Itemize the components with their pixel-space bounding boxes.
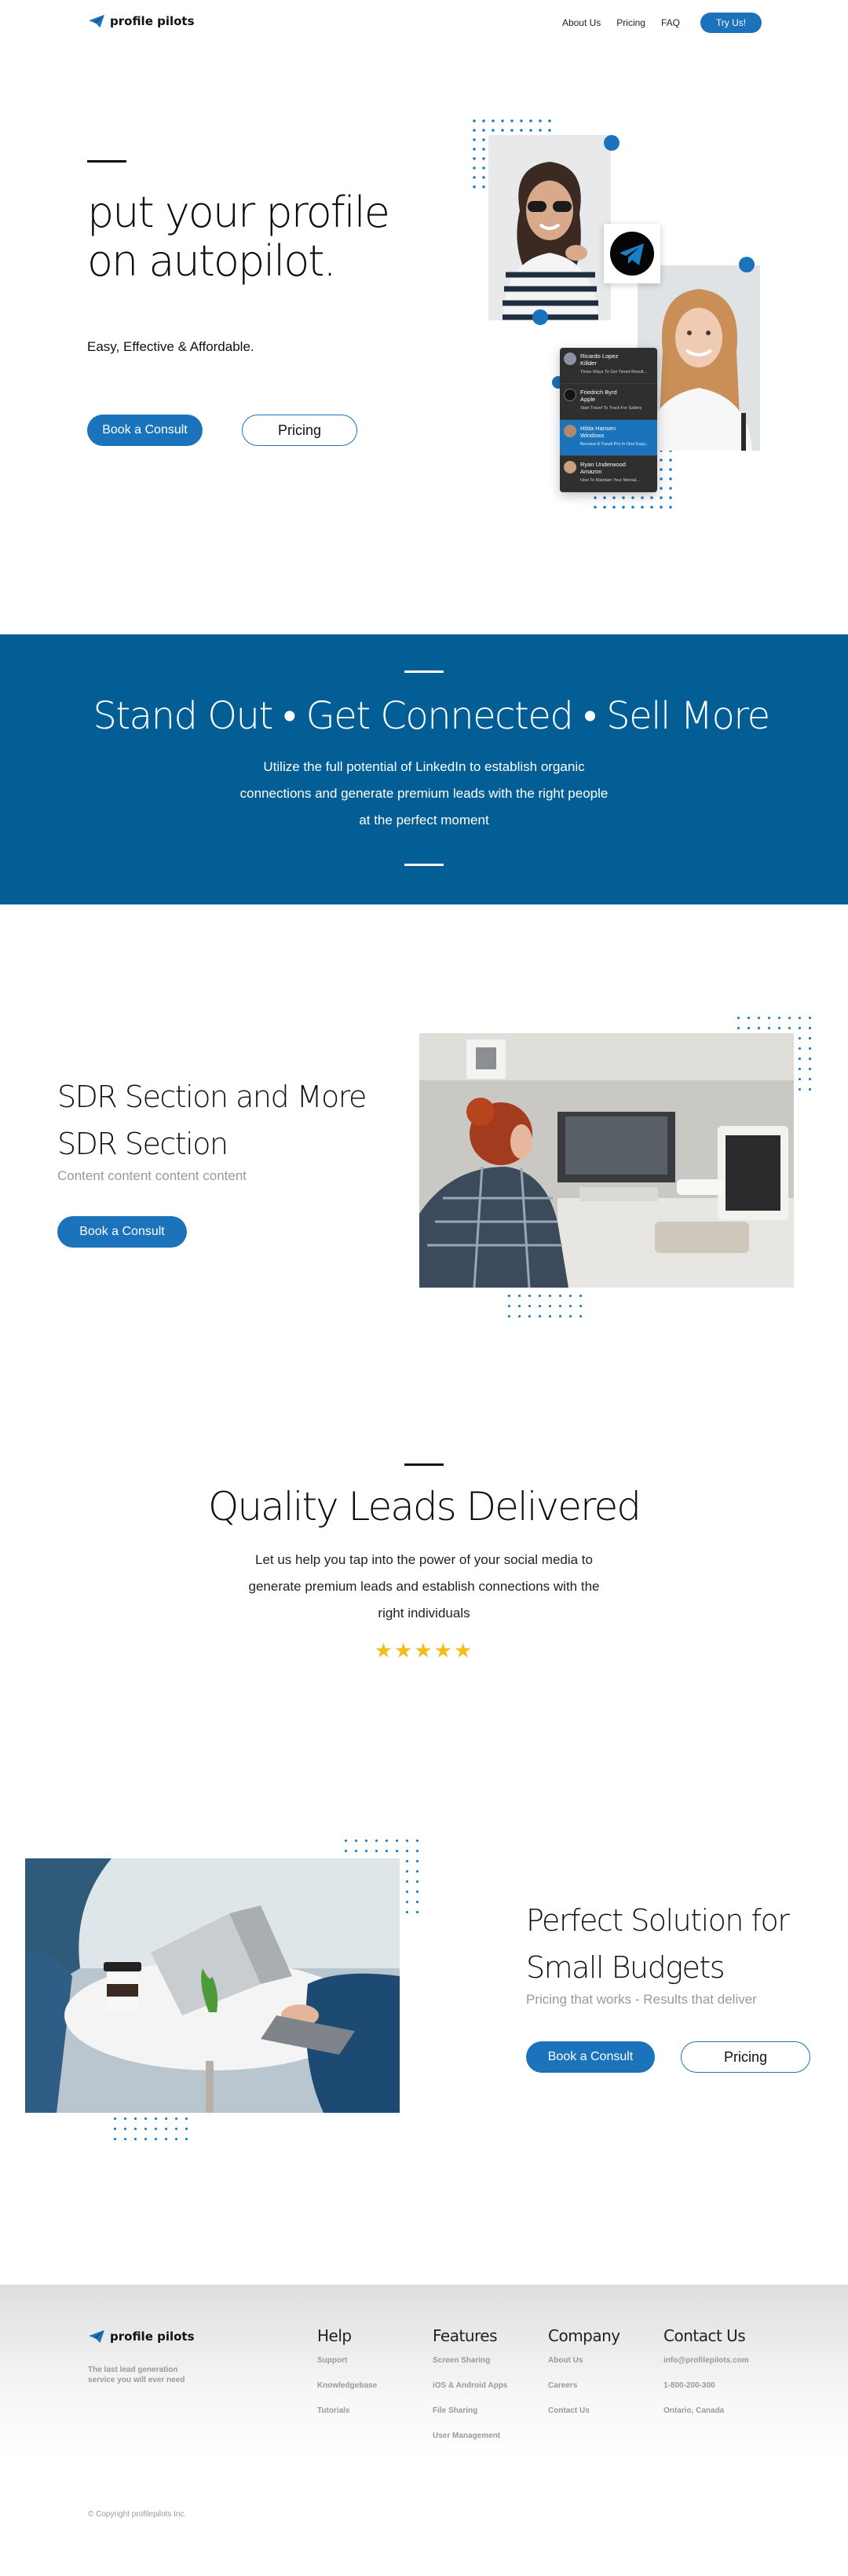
footer-brand-logo[interactable]: profile pilots [88,2329,195,2344]
footer-link-contact-us[interactable]: Contact Us [548,2406,620,2432]
avatar [564,353,576,365]
hero-pricing-button[interactable]: Pricing [242,415,357,446]
footer-column-title: Features [433,2326,498,2345]
sdr-subtitle: Content content content content [57,1168,247,1183]
quality-title: Quality Leads Delivered [208,1484,641,1529]
footer-link-user-management[interactable]: User Management [433,2432,507,2457]
chat-list-item[interactable]: Ryan Underwood Amazon How To Maintain You… [560,456,657,492]
quality-accent-bar [404,1463,444,1466]
hero-book-consult-button[interactable]: Book a Consult [87,415,203,446]
footer-column-help: Help Support Knowledgebase Tutorials [317,2326,377,2432]
telegram-app-card [604,224,660,283]
avatar [564,389,576,401]
budget-subtitle: Pricing that works - Results that delive… [526,1992,757,2007]
footer-contact-phone[interactable]: 1-800-200-300 [663,2381,749,2406]
band-title: Stand Out • Get Connected • Sell More [93,694,770,738]
sdr-title: SDR Section and More SDR Section [57,1080,367,1161]
budget-title: Perfect Solution for Small Budgets [526,1903,790,1985]
hero-subtitle: Easy, Effective & Affordable. [87,339,254,354]
band-text: Utilize the full potential of LinkedIn t… [239,759,609,828]
footer-link-about-us[interactable]: About Us [548,2356,620,2381]
dot-pattern-decoration [110,2114,192,2143]
footer-link-knowledgebase[interactable]: Knowledgebase [317,2381,377,2406]
decorative-blue-dot [532,309,548,325]
five-star-rating: ★★★★★ [374,1639,474,1663]
footer-link-support[interactable]: Support [317,2356,377,2381]
woman-at-computer-photo [419,1033,794,1288]
footer-column-title: Company [548,2326,620,2345]
decorative-blue-dot [739,257,755,272]
landing-page: profile pilots About Us Pricing FAQ Try … [0,0,848,2576]
top-navigation: profile pilots About Us Pricing FAQ Try … [0,0,848,47]
hero-accent-bar [87,160,126,163]
nav-links: About Us Pricing FAQ Try Us! [562,13,762,33]
footer-brand-name: profile pilots [110,2329,195,2344]
chat-list-panel: Ricardo Lopez Killder Three Ways To Get T… [560,348,657,492]
chat-list-item-active[interactable]: Hilda Hansen Windows Become A Travel Pro … [560,420,657,456]
budget-pricing-button[interactable]: Pricing [681,2041,810,2073]
footer-link-careers[interactable]: Careers [548,2381,620,2406]
decorative-blue-dot [604,135,620,151]
chat-list-item[interactable]: Ricardo Lopez Killder Three Ways To Get T… [560,348,657,384]
nav-faq-link[interactable]: FAQ [661,17,680,28]
paper-plane-icon [89,14,104,28]
sdr-book-consult-button[interactable]: Book a Consult [57,1216,187,1248]
dot-pattern-decoration [504,1291,586,1321]
footer-link-tutorials[interactable]: Tutorials [317,2406,377,2432]
footer-tagline: The last lead generation service you wil… [88,2366,185,2384]
brand-logo[interactable]: profile pilots [88,14,195,28]
avatar [564,461,576,473]
chat-list-item[interactable]: Friedrich Byrd Apple Start Travel To Trac… [560,384,657,420]
coffee-meeting-photo [25,1858,400,2113]
try-us-button[interactable]: Try Us! [700,13,762,33]
nav-pricing-link[interactable]: Pricing [616,17,645,28]
brand-name: profile pilots [110,14,195,28]
footer-contact-location: Ontario, Canada [663,2406,725,2415]
footer-link-screen-sharing[interactable]: Screen Sharing [433,2356,507,2381]
paper-plane-icon [89,2329,104,2344]
nav-about-link[interactable]: About Us [562,17,601,28]
footer-copyright: © Copyright profilepilots Inc. [88,2510,187,2519]
footer-contact-email[interactable]: info@profilepilots.com [663,2356,749,2381]
hero-title: put your profile on autopilot. [87,188,390,286]
budget-book-consult-button[interactable]: Book a Consult [526,2041,655,2073]
footer-column-contact: Contact Us info@profilepilots.com 1-800-… [663,2326,749,2432]
smiling-woman-photo [488,135,611,320]
quality-text: Let us help you tap into the power of yo… [248,1552,600,1621]
footer-column-features: Features Screen Sharing iOS & Android Ap… [433,2326,507,2457]
band-accent-bar-bottom [404,864,444,866]
footer-column-title: Contact Us [663,2326,746,2345]
avatar [564,425,576,437]
footer-link-file-sharing[interactable]: File Sharing [433,2406,507,2432]
footer-column-company: Company About Us Careers Contact Us [548,2326,620,2432]
band-accent-bar-top [404,670,444,673]
telegram-icon [610,232,654,276]
footer-column-title: Help [317,2326,352,2345]
footer-link-apps[interactable]: iOS & Android Apps [433,2381,507,2406]
